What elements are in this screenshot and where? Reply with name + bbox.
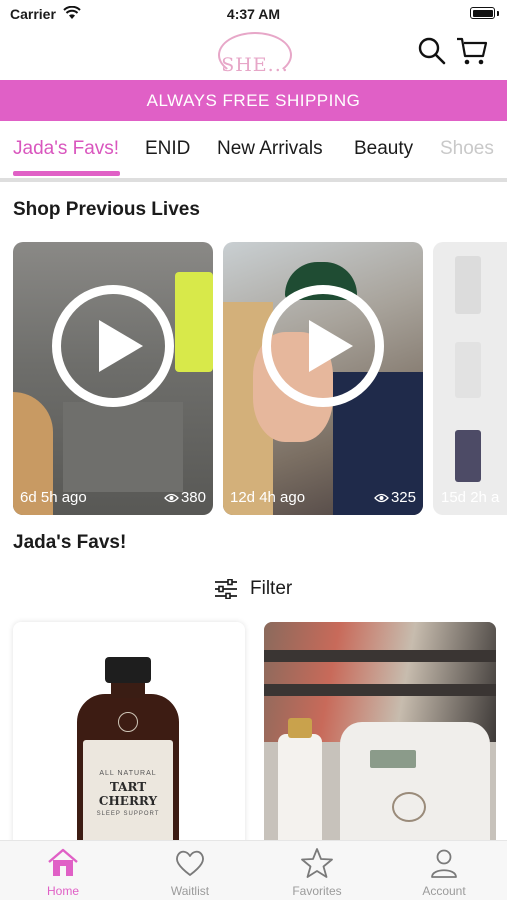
status-time: 4:37 AM: [226, 6, 281, 22]
product-label-name: TART CHERRY: [98, 780, 158, 808]
live-thumbnail-shape: [455, 342, 481, 398]
product-image-part: [340, 722, 490, 852]
product-image-part: [264, 650, 496, 662]
product-label-small: ALL NATURAL: [99, 770, 157, 777]
product-seal-icon: [118, 712, 138, 732]
live-view-count: 325: [374, 489, 416, 506]
free-shipping-banner: ALWAYS FREE SHIPPING: [0, 80, 507, 121]
play-icon[interactable]: [52, 285, 174, 407]
person-icon: [431, 849, 457, 878]
product-card[interactable]: ALL NATURAL TART CHERRY SLEEP SUPPORT: [13, 622, 245, 852]
tab-shoes[interactable]: Shoes: [440, 138, 494, 160]
live-card[interactable]: 15d 2h a: [433, 242, 507, 515]
cart-icon: [457, 37, 488, 65]
live-views-value: 380: [180, 489, 206, 506]
live-card[interactable]: 6d 5h ago 380: [13, 242, 213, 515]
bottom-tab-bar: Home Waitlist Favorites Account: [0, 840, 507, 900]
live-thumbnail-shape: [455, 430, 481, 482]
live-thumbnail-shape: [63, 402, 183, 492]
live-age: 12d 4h ago: [230, 489, 306, 506]
search-icon: [418, 37, 446, 65]
live-view-count: 380: [164, 489, 206, 506]
live-card[interactable]: 12d 4h ago 325: [223, 242, 423, 515]
live-age: 15d 2h a: [441, 489, 500, 506]
product-image-part: [278, 734, 322, 852]
tab-bar-home[interactable]: Home: [0, 841, 126, 900]
eye-icon: [164, 493, 179, 503]
status-bar: Carrier 4:37 AM: [0, 0, 507, 28]
tab-bar-label: Home: [46, 884, 79, 898]
filter-label: Filter: [250, 578, 293, 599]
play-icon[interactable]: [262, 285, 384, 407]
tab-jadas-favs[interactable]: Jada's Favs!: [13, 138, 119, 160]
product-image-part: [264, 684, 496, 696]
tab-bar-label: Waitlist: [170, 884, 210, 898]
home-icon: [48, 848, 78, 876]
product-card[interactable]: [264, 622, 496, 852]
category-tabs: Jada's Favs! ENID New Arrivals Beauty Sh…: [0, 121, 507, 179]
product-bottle-label: ALL NATURAL TART CHERRY SLEEP SUPPORT: [83, 740, 173, 852]
product-logo-mark: [392, 792, 426, 822]
eye-icon: [374, 493, 389, 503]
tab-beauty[interactable]: Beauty: [354, 138, 413, 160]
tab-bar-account[interactable]: Account: [381, 841, 507, 900]
tab-bar-label: Account: [422, 884, 466, 898]
live-views-value: 325: [390, 489, 416, 506]
product-image-part: [105, 657, 151, 683]
product-image-part: [370, 750, 416, 768]
tabs-divider: [0, 178, 507, 182]
logo-text: SHE...: [221, 54, 289, 76]
tab-bar-waitlist[interactable]: Waitlist: [127, 841, 253, 900]
heart-icon: [176, 850, 204, 876]
brand-logo[interactable]: SHE...: [218, 32, 292, 78]
previous-lives-title: Shop Previous Lives: [13, 199, 200, 220]
active-tab-indicator: [13, 171, 120, 176]
live-thumbnail-shape: [455, 256, 481, 314]
live-age: 6d 5h ago: [20, 489, 87, 506]
product-image-part: [111, 682, 145, 698]
favs-section-title: Jada's Favs!: [13, 532, 127, 553]
app-header: SHE...: [0, 28, 507, 80]
tab-enid[interactable]: ENID: [145, 138, 190, 160]
tab-bar-label: Favorites: [292, 884, 342, 898]
battery-nub: [497, 11, 499, 16]
cart-button[interactable]: [456, 36, 488, 66]
tab-new-arrivals[interactable]: New Arrivals: [217, 138, 323, 160]
filter-icon: [215, 579, 237, 599]
live-thumbnail-shape: [175, 272, 213, 372]
search-button[interactable]: [417, 36, 447, 66]
battery-icon: [470, 7, 495, 19]
product-image-part: [288, 718, 312, 738]
product-label-small: SLEEP SUPPORT: [96, 811, 160, 817]
star-icon: [301, 848, 333, 878]
tab-bar-favorites[interactable]: Favorites: [254, 841, 380, 900]
